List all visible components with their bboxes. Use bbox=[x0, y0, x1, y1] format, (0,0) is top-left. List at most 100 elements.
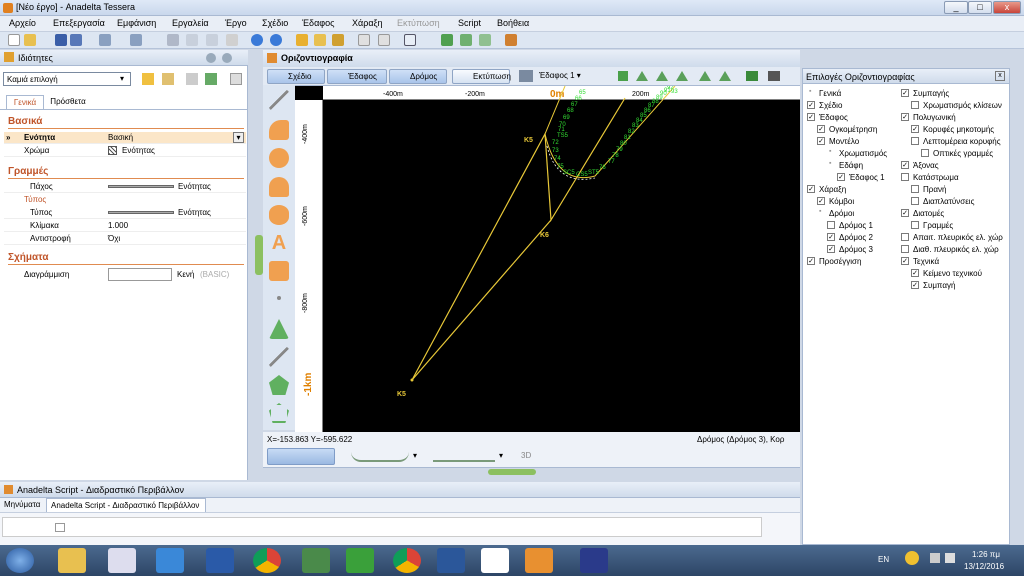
notification-icon[interactable] bbox=[905, 551, 919, 565]
text-tool-icon[interactable]: A bbox=[269, 233, 289, 253]
ellipse-tool-icon[interactable] bbox=[269, 205, 289, 225]
option-checkbox[interactable] bbox=[901, 173, 909, 181]
page-icon[interactable] bbox=[358, 34, 370, 46]
option-checkbox[interactable] bbox=[911, 197, 919, 205]
option-checkbox[interactable]: ✓ bbox=[901, 257, 909, 265]
properties-list-icon[interactable] bbox=[230, 73, 242, 85]
language-indicator[interactable]: EN bbox=[878, 555, 889, 564]
option-checkbox[interactable]: ✓ bbox=[827, 245, 835, 253]
menu-tools[interactable]: Εργαλεία bbox=[172, 18, 209, 28]
open-folder-icon[interactable] bbox=[24, 34, 36, 46]
save-icon[interactable] bbox=[55, 34, 67, 46]
triangle-tool-icon[interactable] bbox=[269, 319, 289, 339]
copy-icon[interactable] bbox=[186, 34, 198, 46]
splitter-handle-bottom[interactable] bbox=[488, 469, 536, 475]
redo-icon[interactable] bbox=[130, 34, 142, 46]
hp-icon[interactable] bbox=[302, 548, 330, 573]
binoculars-icon[interactable] bbox=[768, 71, 780, 81]
reverse-row[interactable]: Αντιστροφή Όχι bbox=[4, 233, 246, 245]
import-icon[interactable] bbox=[460, 34, 472, 46]
chrome-icon[interactable] bbox=[253, 548, 281, 573]
select-group-icon[interactable] bbox=[162, 73, 174, 85]
delete-icon[interactable] bbox=[226, 34, 238, 46]
menu-help[interactable]: Βοήθεια bbox=[497, 18, 529, 28]
arc-tool-icon[interactable] bbox=[269, 120, 289, 140]
plan-canvas[interactable]: -400m -200m 0m 200m -400m -600m -800m -1… bbox=[295, 85, 800, 432]
point-tool-icon[interactable] bbox=[277, 296, 281, 300]
tab-messages[interactable]: Μηνύματα bbox=[4, 500, 40, 509]
terrain-tool-6-icon[interactable] bbox=[719, 71, 731, 81]
profile-view-button[interactable] bbox=[351, 452, 409, 462]
ie-icon[interactable] bbox=[156, 548, 184, 573]
tab-terrain[interactable]: Έδαφος bbox=[327, 69, 387, 84]
circle-tool-icon[interactable] bbox=[269, 148, 289, 168]
menu-file[interactable]: Αρχείο bbox=[9, 18, 36, 28]
color-row[interactable]: Χρώμα Ενότητας bbox=[4, 145, 246, 157]
menu-alignment[interactable]: Χάραξη bbox=[352, 18, 383, 28]
document-icon[interactable] bbox=[481, 548, 509, 573]
tab-script-env[interactable]: Anadelta Script - Διαδραστικό Περιβάλλον bbox=[46, 498, 206, 512]
tessera-icon[interactable] bbox=[525, 548, 553, 573]
terrain-tool-3-icon[interactable] bbox=[656, 71, 668, 81]
menu-script[interactable]: Script bbox=[458, 18, 481, 28]
line-tool-icon[interactable] bbox=[269, 90, 289, 110]
hatch-row[interactable]: Διαγράμμιση Κενή (BASIC) bbox=[4, 268, 246, 282]
option-checkbox[interactable]: ✓ bbox=[817, 137, 825, 145]
zoom-icon[interactable] bbox=[314, 34, 326, 46]
infinity-icon[interactable] bbox=[580, 548, 608, 573]
ground-select[interactable]: Έδαφος 1 ▾ bbox=[539, 70, 601, 83]
option-checkbox[interactable]: ✓ bbox=[807, 101, 815, 109]
word-icon[interactable] bbox=[437, 548, 465, 573]
view-3d-button[interactable]: 3D bbox=[521, 451, 531, 460]
tab-extra[interactable]: Πρόσθετα bbox=[46, 95, 90, 109]
terrain-tool-5-icon[interactable] bbox=[699, 71, 711, 81]
s3s-icon[interactable] bbox=[206, 548, 234, 573]
tab-road[interactable]: Δρόμος bbox=[389, 69, 447, 84]
network-tray-icon[interactable] bbox=[930, 553, 940, 563]
print-preview-icon[interactable] bbox=[378, 34, 390, 46]
menu-print[interactable]: Εκτύπωση bbox=[397, 18, 440, 28]
tab-print[interactable]: Εκτύπωση bbox=[452, 69, 511, 84]
scale-row[interactable]: Κλίμακα 1.000 bbox=[4, 220, 246, 232]
option-checkbox[interactable]: ✓ bbox=[817, 125, 825, 133]
terrain-tool-1-icon[interactable] bbox=[618, 71, 628, 81]
option-checkbox[interactable]: ✓ bbox=[911, 125, 919, 133]
option-checkbox[interactable] bbox=[911, 221, 919, 229]
tab-general[interactable]: Γενικά bbox=[6, 95, 44, 109]
utorrent-icon[interactable] bbox=[346, 548, 374, 573]
convert-icon[interactable] bbox=[479, 34, 491, 46]
funnel-icon[interactable] bbox=[205, 73, 217, 85]
options-close-icon[interactable]: x bbox=[995, 71, 1005, 81]
splitter-handle[interactable] bbox=[255, 235, 263, 275]
rectangle-tool-icon[interactable] bbox=[269, 261, 289, 281]
option-checkbox[interactable]: ✓ bbox=[911, 281, 919, 289]
option-checkbox[interactable]: ✓ bbox=[827, 233, 835, 241]
layout-icon[interactable] bbox=[404, 34, 416, 46]
option-checkbox[interactable]: ✓ bbox=[837, 173, 845, 181]
undo-icon[interactable] bbox=[99, 34, 111, 46]
plan-view-button[interactable] bbox=[267, 448, 335, 465]
export-icon[interactable] bbox=[441, 34, 453, 46]
polygon-tool-icon[interactable] bbox=[269, 375, 289, 395]
selection-dropdown[interactable]: Καμιά επιλογή ▾ bbox=[3, 72, 131, 86]
notes-icon[interactable] bbox=[108, 548, 136, 573]
grid-icon[interactable] bbox=[519, 70, 533, 82]
minimize-button[interactable]: _ bbox=[944, 1, 968, 14]
option-checkbox[interactable]: ✓ bbox=[901, 161, 909, 169]
filter-icon[interactable] bbox=[186, 73, 198, 85]
volume-icon[interactable] bbox=[945, 553, 955, 563]
paste-icon[interactable] bbox=[206, 34, 218, 46]
maximize-button[interactable]: □ bbox=[968, 1, 992, 14]
save-all-icon[interactable] bbox=[70, 34, 82, 46]
option-checkbox[interactable]: ✓ bbox=[807, 257, 815, 265]
option-checkbox[interactable]: ✓ bbox=[901, 89, 909, 97]
pin-icon[interactable] bbox=[206, 53, 216, 63]
option-checkbox[interactable] bbox=[921, 149, 929, 157]
option-checkbox[interactable] bbox=[911, 185, 919, 193]
pan-icon[interactable] bbox=[332, 34, 344, 46]
option-checkbox[interactable] bbox=[827, 221, 835, 229]
pencil-icon[interactable] bbox=[296, 34, 308, 46]
option-checkbox[interactable] bbox=[911, 137, 919, 145]
panel-close-icon[interactable] bbox=[222, 53, 232, 63]
unit-dropdown-icon[interactable]: ▾ bbox=[233, 132, 244, 143]
